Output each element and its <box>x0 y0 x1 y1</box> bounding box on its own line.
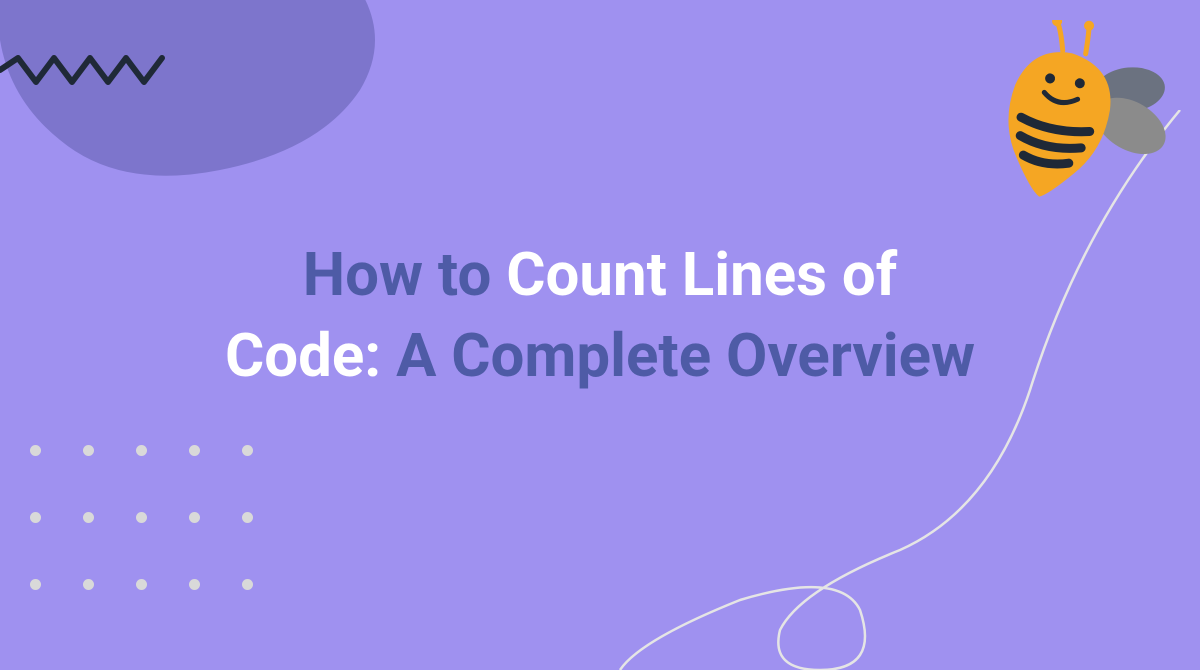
title-part-1: How to <box>303 239 507 310</box>
dot <box>136 579 147 590</box>
page-title: How to Count Lines of Code: A Complete O… <box>220 234 980 396</box>
dot <box>30 512 41 523</box>
dot <box>242 579 253 590</box>
title-part-3: A Complete Overview <box>396 320 975 391</box>
dot <box>83 579 94 590</box>
dot <box>30 579 41 590</box>
dot <box>242 445 253 456</box>
dot <box>189 445 200 456</box>
page-title-container: How to Count Lines of Code: A Complete O… <box>220 234 980 396</box>
dot <box>30 445 41 456</box>
dot <box>83 445 94 456</box>
dot <box>136 512 147 523</box>
decorative-blob <box>0 0 400 200</box>
dot <box>83 512 94 523</box>
dot <box>189 579 200 590</box>
decorative-zigzag <box>0 50 180 90</box>
dot <box>136 445 147 456</box>
decorative-dot-grid <box>30 445 253 590</box>
dot <box>242 512 253 523</box>
dot <box>189 512 200 523</box>
bee-mascot-icon <box>960 20 1180 220</box>
